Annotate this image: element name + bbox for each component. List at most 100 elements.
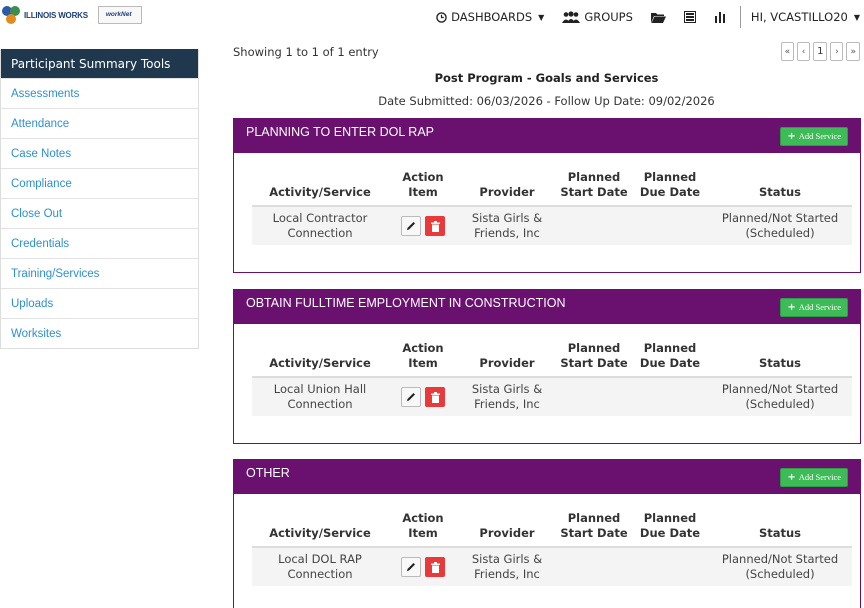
logo-text: ILLINOIS WORKS	[24, 10, 88, 20]
pencil-icon	[407, 393, 415, 401]
sidebar: Participant Summary Tools Assessments At…	[0, 49, 199, 349]
edit-button[interactable]	[401, 557, 421, 577]
col-planned-start-date: Planned Start Date	[556, 511, 632, 548]
planned-start-cell	[556, 377, 632, 416]
col-status: Status	[708, 341, 852, 378]
group-icon	[562, 11, 581, 23]
add-service-label: Add Service	[798, 302, 841, 312]
pager-last-button[interactable]: »	[846, 42, 860, 61]
worknet-logo-text: workNet	[105, 11, 132, 18]
delete-button[interactable]	[425, 216, 445, 236]
delete-button[interactable]	[425, 387, 445, 407]
sidebar-item-training-services[interactable]: Training/Services	[1, 258, 198, 288]
pager-prev-button[interactable]: ‹	[797, 42, 811, 61]
folder-button[interactable]	[650, 11, 666, 23]
delete-button[interactable]	[425, 557, 445, 577]
planned-due-cell	[632, 547, 708, 586]
col-activity-service: Activity/Service	[252, 511, 388, 548]
sidebar-item-assessments[interactable]: Assessments	[1, 78, 198, 108]
sidebar-item-attendance[interactable]: Attendance	[1, 108, 198, 138]
sidebar-item-compliance[interactable]: Compliance	[1, 168, 198, 198]
table-row: Local Contractor Connection Sista Girls …	[252, 206, 852, 245]
trash-icon	[430, 391, 440, 403]
add-service-button[interactable]: + Add Service	[780, 126, 848, 146]
planned-due-cell	[632, 206, 708, 245]
provider-cell: Sista Girls & Friends, Inc	[458, 206, 556, 245]
activity-cell: Local Contractor Connection	[252, 206, 388, 245]
add-service-label: Add Service	[798, 131, 841, 141]
list-icon	[683, 11, 696, 23]
user-menu[interactable]: HI, VCASTILLO20 ▼	[751, 10, 860, 24]
goal-title: OBTAIN FULLTIME EMPLOYMENT IN CONSTRUCTI…	[246, 296, 566, 310]
col-planned-start-date: Planned Start Date	[556, 341, 632, 378]
caret-down-icon: ▼	[538, 12, 545, 22]
worknet-logo[interactable]: workNet	[97, 6, 142, 24]
pencil-icon	[407, 563, 415, 571]
provider-cell: Sista Girls & Friends, Inc	[458, 547, 556, 586]
pager-current-page[interactable]: 1	[813, 42, 828, 61]
list-button[interactable]	[683, 11, 696, 23]
table-row: Local DOL RAP Connection Sista Girls & F…	[252, 547, 852, 586]
col-action-item: Action Item	[388, 170, 458, 207]
goal-title: OTHER	[246, 466, 290, 480]
services-table: Activity/Service Action Item Provider Pl…	[252, 341, 852, 416]
caret-down-icon: ▼	[853, 12, 860, 22]
sidebar-item-close-out[interactable]: Close Out	[1, 198, 198, 228]
col-planned-due-date: Planned Due Date	[632, 170, 708, 207]
add-service-label: Add Service	[798, 472, 841, 482]
services-table: Activity/Service Action Item Provider Pl…	[252, 511, 852, 586]
action-cell	[388, 547, 458, 586]
sidebar-item-credentials[interactable]: Credentials	[1, 228, 198, 258]
trash-icon	[430, 561, 440, 573]
plus-icon: +	[787, 471, 796, 483]
status-cell: Planned/Not Started (Scheduled)	[708, 547, 852, 586]
illinois-works-logo[interactable]: ILLINOIS WORKS workNet	[2, 4, 142, 26]
pagination: « ‹ 1 › »	[780, 42, 860, 61]
services-table: Activity/Service Action Item Provider Pl…	[252, 170, 852, 245]
sidebar-item-worksites[interactable]: Worksites	[1, 318, 198, 348]
nav-divider	[739, 6, 741, 28]
user-label: HI, VCASTILLO20	[750, 10, 848, 24]
page-title: Post Program - Goals and Services	[434, 71, 659, 85]
sidebar-item-case-notes[interactable]: Case Notes	[1, 138, 198, 168]
add-service-button[interactable]: + Add Service	[780, 467, 848, 487]
status-cell: Planned/Not Started (Scheduled)	[708, 377, 852, 416]
goal-panel-header: OBTAIN FULLTIME EMPLOYMENT IN CONSTRUCTI…	[234, 290, 860, 324]
folder-icon	[650, 13, 666, 23]
table-header-row: Activity/Service Action Item Provider Pl…	[252, 170, 852, 207]
plus-icon: +	[787, 301, 796, 313]
planned-start-cell	[556, 547, 632, 586]
goal-panel-header: PLANNING TO ENTER DOL RAP + Add Service	[234, 119, 860, 153]
goal-title: PLANNING TO ENTER DOL RAP	[246, 125, 435, 139]
col-planned-due-date: Planned Due Date	[632, 511, 708, 548]
clock-icon	[436, 11, 447, 23]
provider-cell: Sista Girls & Friends, Inc	[458, 377, 556, 416]
col-activity-service: Activity/Service	[252, 341, 388, 378]
groups-menu[interactable]: GROUPS	[562, 10, 633, 24]
top-navigation: DASHBOARDS ▼ GROUPS HI, VCASTILLO20 ▼	[418, 6, 860, 28]
sidebar-item-uploads[interactable]: Uploads	[1, 288, 198, 318]
add-service-button[interactable]: + Add Service	[780, 297, 848, 317]
activity-cell: Local DOL RAP Connection	[252, 547, 388, 586]
pager-first-button[interactable]: «	[780, 42, 795, 61]
status-cell: Planned/Not Started (Scheduled)	[708, 206, 852, 245]
bar-chart-icon	[714, 12, 725, 23]
sidebar-heading: Participant Summary Tools	[1, 49, 198, 78]
pager-next-button[interactable]: ›	[830, 42, 844, 61]
groups-label: GROUPS	[584, 10, 633, 24]
col-action-item: Action Item	[388, 341, 458, 378]
edit-button[interactable]	[401, 387, 421, 407]
col-provider: Provider	[458, 170, 556, 207]
col-provider: Provider	[458, 341, 556, 378]
goal-panel: PLANNING TO ENTER DOL RAP + Add Service A…	[233, 118, 861, 273]
action-cell	[388, 206, 458, 245]
goal-panel-header: OTHER + Add Service	[234, 460, 860, 494]
edit-button[interactable]	[401, 216, 421, 236]
reports-button[interactable]	[714, 11, 726, 23]
col-action-item: Action Item	[388, 511, 458, 548]
entries-info: Showing 1 to 1 of 1 entry	[233, 45, 379, 59]
table-header-row: Activity/Service Action Item Provider Pl…	[252, 341, 852, 378]
plus-icon: +	[787, 130, 796, 142]
col-planned-due-date: Planned Due Date	[632, 341, 708, 378]
dashboards-menu[interactable]: DASHBOARDS ▼	[436, 10, 544, 24]
